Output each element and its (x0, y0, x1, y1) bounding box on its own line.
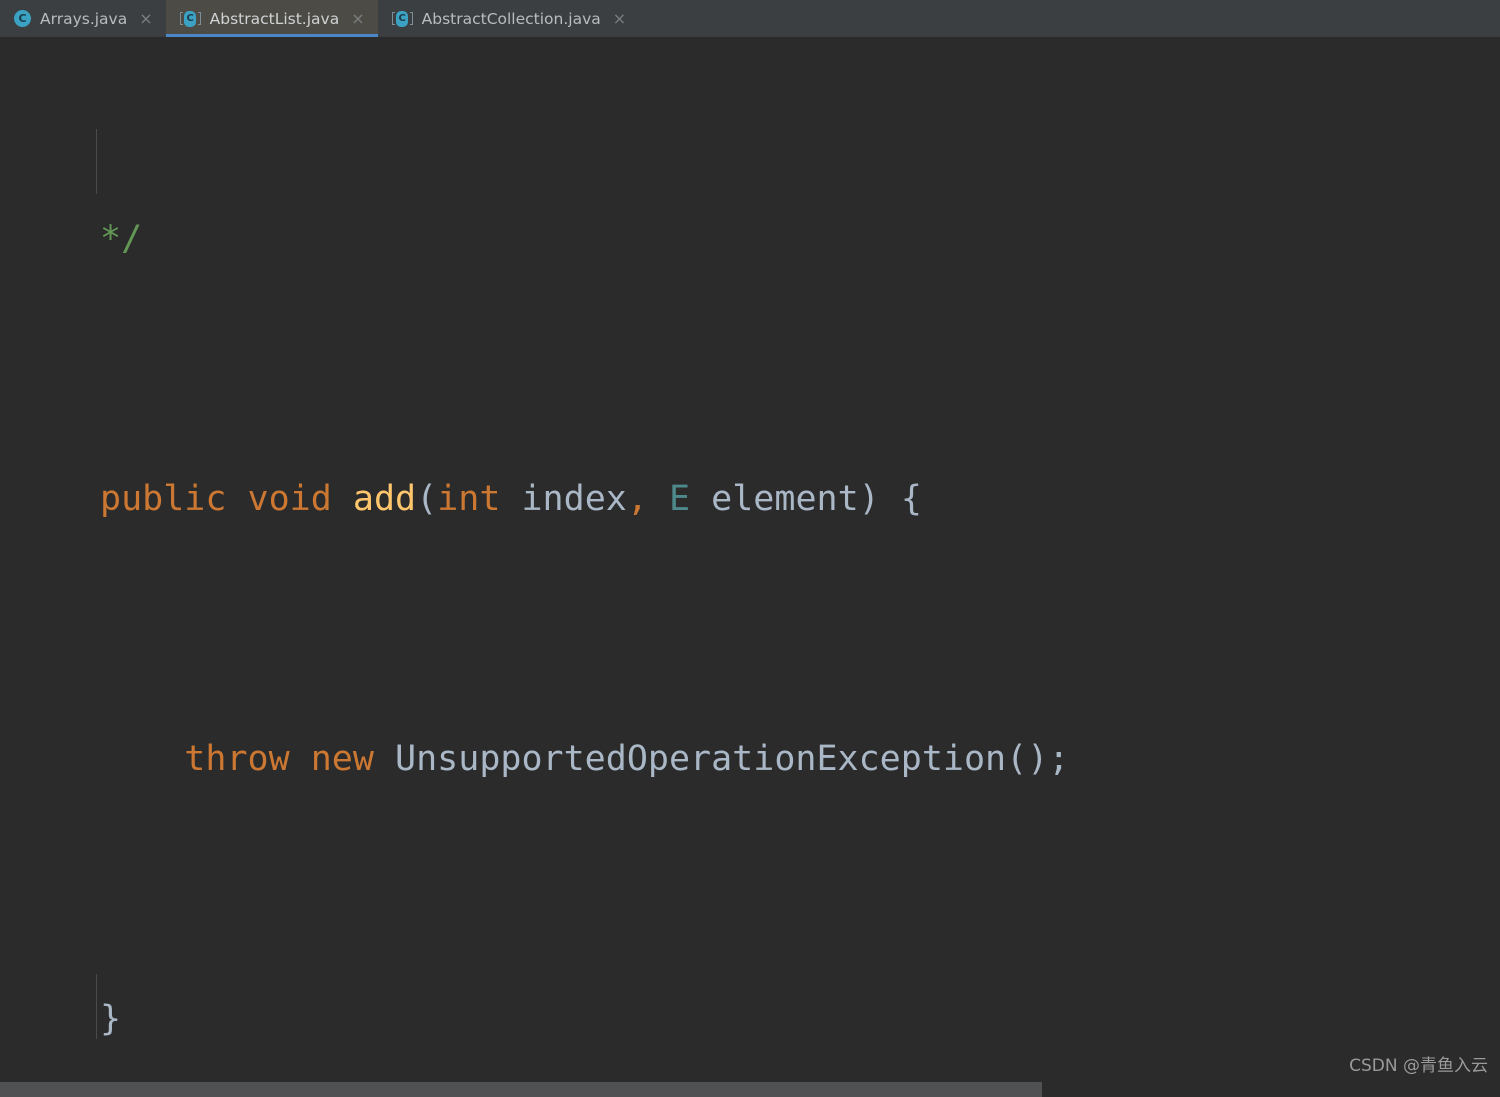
tab-abstractcollection-java[interactable]: C AbstractCollection.java × (378, 0, 640, 37)
close-icon[interactable]: × (351, 10, 364, 27)
horizontal-scrollbar-thumb[interactable] (0, 1082, 1042, 1097)
keyword-public: public (100, 479, 227, 519)
param-element: element (711, 479, 859, 519)
tab-arrays-java[interactable]: C Arrays.java × (0, 0, 166, 37)
punct-comma: , (626, 479, 648, 519)
punct-call-semicolon: (); (1006, 739, 1070, 779)
bracket-right-icon (197, 12, 201, 25)
editor-tab-bar: C Arrays.java × C AbstractList.java × C … (0, 0, 1500, 37)
method-name-add: add (352, 479, 417, 519)
code-line-1: */ (0, 207, 1238, 272)
keyword-throw: throw (184, 739, 290, 779)
bracket-right-icon (409, 12, 413, 25)
code-editor[interactable]: */ public void add(int index, E element)… (0, 37, 1500, 1080)
java-abstract-class-icon: C (391, 10, 413, 27)
horizontal-scrollbar-track[interactable] (0, 1080, 1500, 1097)
code-content[interactable]: */ public void add(int index, E element)… (0, 37, 1238, 1080)
keyword-new: new (310, 739, 374, 779)
keyword-int: int (437, 479, 501, 519)
java-class-icon: C (14, 10, 31, 27)
punct-close-brace: } (100, 999, 122, 1039)
param-index: index (521, 479, 627, 519)
tab-label: AbstractList.java (209, 9, 340, 28)
exception-class: UnsupportedOperationException (395, 739, 1007, 779)
tab-abstractlist-java[interactable]: C AbstractList.java × (165, 0, 378, 37)
bracket-left-icon (179, 12, 183, 25)
punct-close-paren-brace: ) { (858, 479, 922, 519)
code-line-2: public void add(int index, E element) { (0, 467, 1238, 532)
code-line-3: throw new UnsupportedOperationException(… (0, 727, 1238, 792)
type-param-E: E (669, 479, 691, 519)
watermark: CSDN @青鱼入云 (1349, 1056, 1488, 1076)
close-icon[interactable]: × (139, 10, 152, 27)
keyword-void: void (247, 479, 332, 519)
class-letter: C (184, 10, 197, 27)
code-line-4: } (0, 987, 1238, 1052)
close-icon[interactable]: × (613, 10, 626, 27)
doc-comment-close: */ (100, 219, 143, 259)
java-abstract-class-icon: C (179, 10, 201, 27)
class-letter: C (396, 10, 409, 27)
tab-label: Arrays.java (40, 9, 128, 28)
bracket-left-icon (391, 12, 395, 25)
punct-open-paren: ( (416, 479, 438, 519)
tab-label: AbstractCollection.java (421, 9, 601, 28)
